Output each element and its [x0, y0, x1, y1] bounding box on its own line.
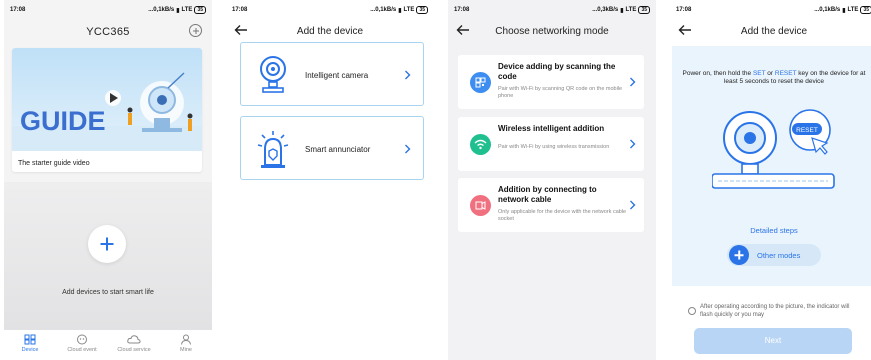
- guide-banner-text: GUIDE: [20, 106, 106, 136]
- other-modes-label: Other modes: [757, 251, 801, 260]
- status-bar: 17:08 ...0,1kB/s ▮ LTE 35: [4, 0, 212, 18]
- bottom-tab-bar: Device Cloud event Cloud service Mine: [4, 330, 212, 360]
- qr-icon: [470, 72, 491, 93]
- option-network-cable[interactable]: Addition by connecting to network cable …: [458, 178, 644, 232]
- tab-label: Mine: [180, 347, 192, 353]
- guide-illustration: GUIDE: [12, 48, 202, 151]
- tab-mine[interactable]: Mine: [160, 330, 212, 360]
- detailed-steps-link[interactable]: Detailed steps: [672, 226, 871, 235]
- device-type-label: Smart annunciator: [305, 145, 371, 154]
- plus-icon: [729, 245, 749, 265]
- status-time: 17:08: [232, 7, 248, 13]
- person-icon: [181, 334, 191, 345]
- confirm-text: After operating according to the picture…: [700, 304, 850, 318]
- page-title: Choose networking mode: [495, 26, 609, 37]
- status-time: 17:08: [676, 7, 692, 13]
- add-device-button[interactable]: [88, 225, 126, 263]
- network-speed: ...0,1kB/s: [814, 7, 841, 13]
- battery-icon: 35: [860, 6, 871, 14]
- wifi-icon: [470, 134, 491, 155]
- tab-label: Device: [21, 347, 39, 353]
- option-subtitle: Pair with Wi-Fi by scanning QR code on t…: [498, 86, 623, 99]
- status-time: 17:08: [454, 7, 470, 13]
- lte-label: LTE: [625, 7, 637, 13]
- lte-label: LTE: [847, 7, 859, 13]
- option-title: Wireless intelligent addition: [498, 124, 605, 133]
- confirm-radio[interactable]: [688, 307, 696, 315]
- reset-key-label: RESET: [796, 127, 818, 134]
- status-bar: 17:08 ...0,1kB/s ▮ LTE 35: [226, 0, 434, 18]
- chevron-right-icon: [405, 70, 411, 80]
- signal-icon: ▮: [620, 7, 624, 14]
- network-speed: ...0,1kB/s: [148, 7, 175, 13]
- tab-label: Cloud service: [117, 347, 151, 353]
- instruction-panel: Power on, then hold the SET or RESET key…: [672, 46, 871, 286]
- other-modes-button[interactable]: Other modes: [727, 244, 821, 266]
- guide-caption: The starter guide video: [18, 160, 90, 167]
- reset-device-screen: 17:08 ...0,1kB/s ▮ LTE 35 Add the device…: [670, 0, 871, 360]
- reset-instruction: Power on, then hold the SET or RESET key…: [682, 70, 866, 85]
- signal-icon: ▮: [842, 7, 846, 14]
- status-time: 17:08: [10, 7, 26, 13]
- grid-icon: [24, 334, 36, 345]
- camera-icon: [260, 56, 286, 93]
- home-header: YCC365: [4, 18, 212, 44]
- lte-label: LTE: [403, 7, 415, 13]
- status-bar: 17:08 ...0,3kB/s ▮ LTE 35: [448, 0, 656, 18]
- networking-mode-screen: 17:08 ...0,3kB/s ▮ LTE 35 Choose network…: [448, 0, 656, 360]
- tab-device[interactable]: Device: [4, 330, 56, 360]
- battery-icon: 35: [416, 6, 428, 14]
- page-title: Add the device: [740, 26, 808, 37]
- chevron-right-icon: [630, 200, 636, 210]
- tab-cloud-service[interactable]: Cloud service: [108, 330, 160, 360]
- option-subtitle: Pair with Wi-Fi by using wireless transm…: [498, 144, 610, 150]
- option-title: Addition by connecting to network cable: [498, 185, 597, 204]
- reset-illustration: RESET: [712, 109, 835, 189]
- nav-header: Choose networking mode: [448, 18, 656, 44]
- tab-label: Cloud event: [67, 347, 97, 353]
- nav-header: Add the device: [226, 18, 434, 44]
- next-button[interactable]: Next: [694, 328, 852, 354]
- option-subtitle: Only applicable for the device with the …: [498, 209, 627, 222]
- option-wireless[interactable]: Wireless intelligent addition Pair with …: [458, 117, 644, 171]
- cloud-icon: [127, 335, 141, 344]
- device-type-annunciator[interactable]: Smart annunciator: [240, 116, 424, 180]
- status-bar: 17:08 ...0,1kB/s ▮ LTE 35: [670, 0, 871, 18]
- cable-icon: [470, 195, 491, 216]
- empty-message: Add devices to start smart life: [62, 289, 154, 296]
- signal-icon: ▮: [176, 7, 180, 14]
- option-title: Device adding by scanning the code: [498, 62, 616, 81]
- guide-video-card[interactable]: GUIDE The starter guide video: [12, 48, 202, 172]
- page-title: Add the device: [296, 26, 364, 37]
- option-scan-code[interactable]: Device adding by scanning the code Pair …: [458, 55, 644, 109]
- tab-cloud-event[interactable]: Cloud event: [56, 330, 108, 360]
- chevron-right-icon: [630, 139, 636, 149]
- battery-icon: 35: [638, 6, 650, 14]
- nav-header: Add the device: [670, 18, 871, 44]
- network-speed: ...0,1kB/s: [370, 7, 397, 13]
- chevron-right-icon: [630, 77, 636, 87]
- chevron-right-icon: [405, 144, 411, 154]
- add-device-plus-icon[interactable]: [189, 24, 202, 37]
- network-speed: ...0,3kB/s: [592, 7, 619, 13]
- home-screen: 17:08 ...0,1kB/s ▮ LTE 35 YCC365 GUIDE T…: [4, 0, 212, 360]
- app-title: YCC365: [86, 26, 130, 38]
- lte-label: LTE: [181, 7, 193, 13]
- signal-icon: ▮: [398, 7, 402, 14]
- add-device-screen: 17:08 ...0,1kB/s ▮ LTE 35 Add the device: [226, 0, 434, 360]
- cloud-event-icon: [77, 334, 87, 345]
- device-type-camera[interactable]: Intelligent camera: [240, 42, 424, 106]
- device-type-label: Intelligent camera: [305, 71, 369, 80]
- battery-icon: 35: [194, 6, 206, 14]
- alarm-icon: [257, 131, 289, 168]
- screenshot-collage: 17:08 ...0,1kB/s ▮ LTE 35 YCC365 GUIDE T…: [0, 0, 871, 360]
